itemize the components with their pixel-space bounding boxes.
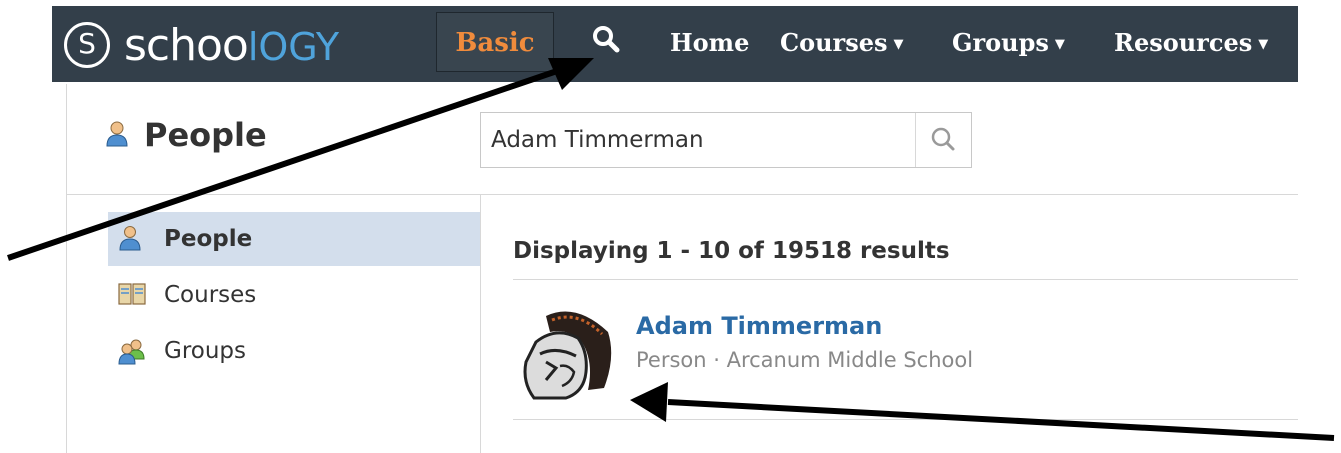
- annotation-arrows: [7, 58, 1335, 441]
- arrow-to-search-icon: [7, 58, 594, 261]
- arrow-to-avatar: [630, 382, 1335, 441]
